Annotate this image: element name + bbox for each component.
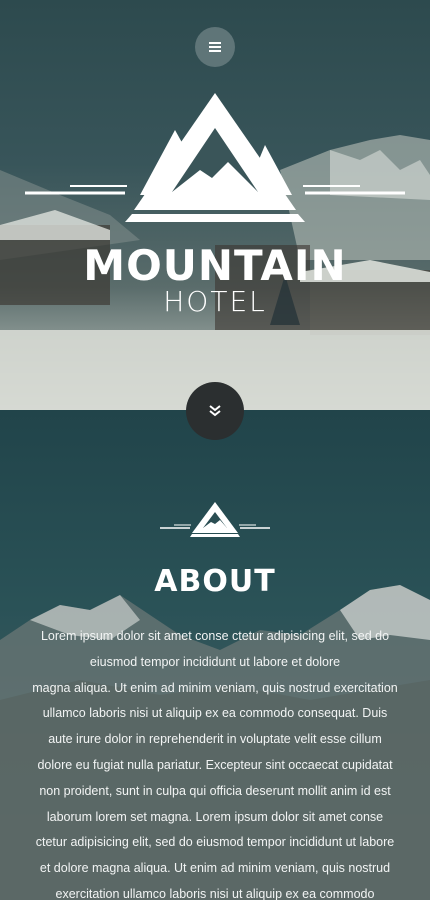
scroll-down-button[interactable] xyxy=(186,382,244,440)
about-title: ABOUT xyxy=(154,564,276,599)
about-section: ABOUT Lorem ipsum dolor sit amet conse c… xyxy=(0,410,430,900)
about-line: ctetur adipisicing elit, sed do eiusmod … xyxy=(35,835,395,850)
about-line: Lorem ipsum dolor sit amet conse ctetur … xyxy=(40,629,390,643)
hamburger-icon xyxy=(209,40,221,54)
hero-section: MOUNTAIN HOTEL xyxy=(0,0,430,410)
double-chevron-down-icon xyxy=(209,405,221,417)
small-mountain-logo xyxy=(160,502,270,537)
about-line: et dolore magna aliqua. Ut enim ad minim… xyxy=(39,861,391,876)
about-line: non proident, sunt in culpa qui officia … xyxy=(39,783,391,798)
about-line: laborum lorem set magna. Lorem ipsum dol… xyxy=(46,809,384,824)
about-text: Lorem ipsum dolor sit amet conse ctetur … xyxy=(24,624,406,900)
about-line: exercitation ullamco laboris nisi ut ali… xyxy=(55,886,375,900)
brand-title: MOUNTAIN xyxy=(83,241,347,290)
about-line: aute irure dolor in reprehenderit in vol… xyxy=(48,732,382,747)
menu-button[interactable] xyxy=(195,27,235,67)
about-line: magna aliqua. Ut enim ad minim veniam, q… xyxy=(32,680,398,695)
about-line: dolore eu fugiat nulla pariatur. Excepte… xyxy=(37,757,393,772)
about-line: ullamco laboris nisi ut aliquip ex ea co… xyxy=(42,706,388,721)
brand-subtitle: HOTEL xyxy=(163,285,267,318)
about-line: eiusmod tempor incididunt ut labore et d… xyxy=(89,654,341,669)
mountain-logo xyxy=(25,93,405,222)
